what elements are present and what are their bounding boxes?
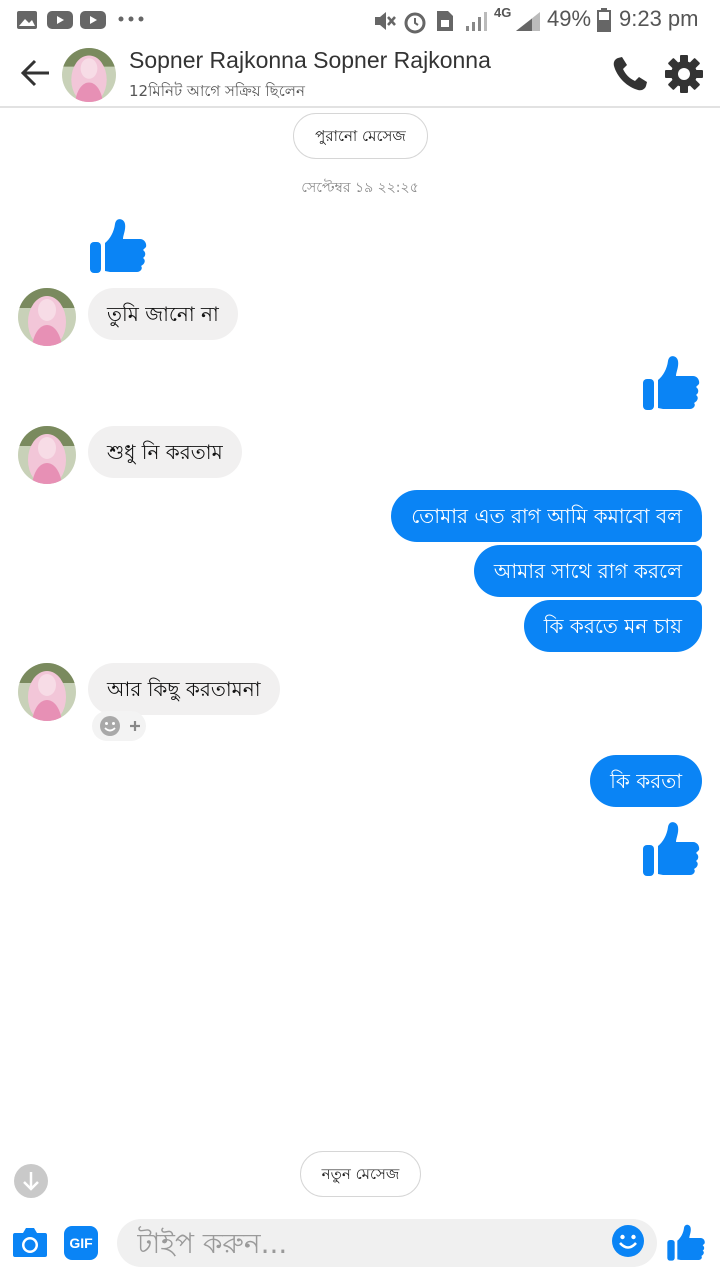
sim-icon: [437, 11, 453, 31]
like-icon[interactable]: [641, 352, 701, 412]
contact-name[interactable]: Sopner Rajkonna Sopner Rajkonna: [129, 47, 491, 74]
camera-icon[interactable]: [12, 1225, 48, 1259]
profile-picture: [18, 426, 76, 484]
like-icon[interactable]: [641, 818, 701, 878]
profile-picture: [62, 48, 116, 102]
signal-strength-icon: [516, 12, 540, 31]
profile-picture: [18, 663, 76, 721]
incoming-message[interactable]: তুমি জানো না: [88, 288, 238, 340]
new-messages-button[interactable]: নতুন মেসেজ: [300, 1151, 421, 1197]
mute-icon: [375, 12, 396, 30]
sender-avatar[interactable]: [18, 288, 76, 346]
active-status: 12মিনিট আগে সক্রিয় ছিলেন: [129, 82, 305, 100]
clock: 9:23 pm: [619, 6, 699, 31]
youtube-icon: [47, 11, 73, 29]
phone-icon[interactable]: [610, 54, 650, 94]
youtube-icon: [80, 11, 106, 29]
back-arrow-icon[interactable]: [18, 56, 54, 90]
like-icon[interactable]: [666, 1222, 706, 1262]
avatar[interactable]: [62, 48, 116, 102]
add-reaction-button[interactable]: [92, 711, 146, 741]
signal-icon: [466, 12, 487, 31]
battery-icon: [597, 8, 611, 32]
network-type: 4G: [494, 5, 512, 20]
sender-avatar[interactable]: [18, 426, 76, 484]
older-messages-button[interactable]: পুরানো মেসেজ: [293, 113, 428, 159]
incoming-message[interactable]: শুধু নি করতাম: [88, 426, 242, 478]
smiley-plus-icon: [100, 716, 140, 736]
incoming-message[interactable]: আর কিছু করতামনা: [88, 663, 280, 715]
gif-button[interactable]: GIF: [64, 1226, 98, 1260]
message-composer: GIF: [0, 1206, 720, 1280]
message-timestamp: সেপ্টেম্বর ১৯ ২২:২৫: [301, 180, 419, 196]
conversation-header: Sopner Rajkonna Sopner Rajkonna 12মিনিট …: [0, 40, 720, 108]
outgoing-message[interactable]: আমার সাথে রাগ করলে: [473, 545, 702, 597]
status-bar: 4G 49% 9:23 pm: [0, 0, 720, 40]
emoji-icon[interactable]: [611, 1224, 645, 1258]
message-input[interactable]: [117, 1219, 657, 1267]
more-dots-icon: [118, 16, 144, 22]
gallery-icon: [17, 11, 37, 29]
like-icon[interactable]: [88, 215, 148, 275]
outgoing-message[interactable]: কি করতে মন চায়: [523, 600, 702, 652]
sender-avatar[interactable]: [18, 663, 76, 721]
arrow-down-icon: [23, 1172, 39, 1191]
profile-picture: [18, 288, 76, 346]
scroll-down-button[interactable]: [14, 1164, 48, 1198]
alarm-icon: [404, 12, 426, 34]
battery-percent: 49%: [547, 6, 592, 31]
gear-icon[interactable]: [664, 54, 704, 94]
outgoing-message[interactable]: কি করতা: [590, 755, 702, 807]
outgoing-message[interactable]: তোমার এত রাগ আমি কমাবো বল: [391, 490, 702, 542]
